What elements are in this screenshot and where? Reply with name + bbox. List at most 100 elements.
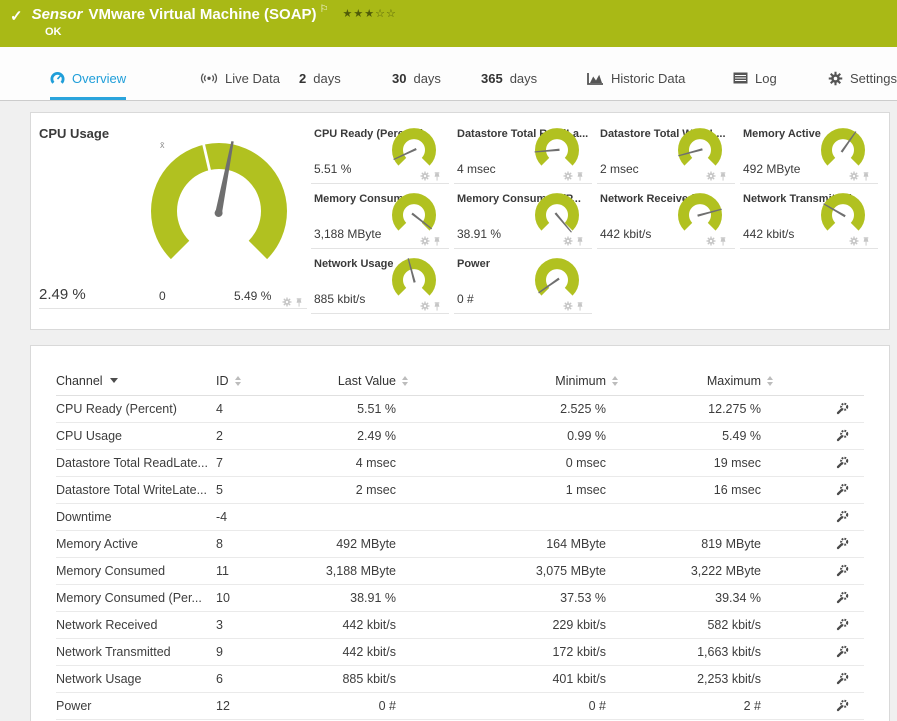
priority-stars[interactable]: ★★★☆☆ [343,7,397,20]
tab-overview[interactable]: Overview [50,59,127,100]
minimum-value: 172 kbit/s [552,645,606,659]
pin-icon[interactable] [433,302,441,311]
gauge-tile[interactable]: Network Usage 885 kbit/s [311,249,449,314]
gear-icon[interactable] [563,171,573,181]
gauge-tile[interactable]: Datastore Total ReadLa... 4 msec [454,119,592,184]
edit-channel-wrench-icon[interactable] [835,483,849,497]
edit-channel-wrench-icon[interactable] [835,429,849,443]
tab-live-data[interactable]: Live Data [200,59,280,100]
gear-icon[interactable] [849,236,859,246]
column-header-minimum[interactable]: Minimum [408,374,618,388]
maximum-value: 16 msec [713,483,761,497]
gauge-scale-min: 0 [159,289,166,303]
channel-name[interactable]: Network Transmitted [56,645,216,659]
tab-historic-data[interactable]: Historic Data [587,59,685,100]
channel-name[interactable]: Datastore Total ReadLate... [56,456,216,470]
tab-365-days[interactable]: 365 days [481,59,537,100]
tab-bar: Overview Live Data 2 days 30 days 365 da… [0,47,897,101]
pin-icon[interactable] [295,298,303,307]
gauge-chart [821,193,865,231]
channel-id: 12 [216,699,230,713]
column-header-last-value[interactable]: Last Value [281,374,408,388]
gauge-title: Network Usage [314,258,394,270]
column-header-channel[interactable]: Channel [56,374,216,388]
pin-icon[interactable] [576,237,584,246]
gear-icon[interactable] [849,171,859,181]
channel-name[interactable]: Memory Active [56,537,216,551]
pin-icon[interactable] [433,172,441,181]
pin-icon[interactable] [719,237,727,246]
table-row[interactable]: CPU Usage 2 2.49 % 0.99 % 5.49 % [56,423,864,450]
gear-icon[interactable] [563,301,573,311]
table-row[interactable]: Power 12 0 # 0 # 2 # [56,693,864,720]
edit-channel-wrench-icon[interactable] [835,456,849,470]
tab-2-days[interactable]: 2 days [299,59,341,100]
channel-name[interactable]: Downtime [56,510,216,524]
tab-log[interactable]: Log [733,59,777,100]
channel-name[interactable]: CPU Ready (Percent) [56,402,216,416]
gauge-tile[interactable]: Power 0 # [454,249,592,314]
gear-icon[interactable] [563,236,573,246]
gauge-value: 2 msec [600,162,639,176]
gear-icon[interactable] [420,236,430,246]
priority-flag-icon[interactable]: ⚐ [320,4,329,15]
tab-30-days[interactable]: 30 days [392,59,441,100]
last-value: 4 msec [355,456,396,470]
edit-channel-wrench-icon[interactable] [835,402,849,416]
gauge-tile[interactable]: Network Received 442 kbit/s [597,184,735,249]
edit-channel-wrench-icon[interactable] [835,699,849,713]
channel-name[interactable]: Memory Consumed (Per... [56,591,216,605]
gauge-title: Memory Active [743,128,821,140]
column-header-id[interactable]: ID [216,374,281,388]
gauge-tile[interactable]: Memory Consumed 3,188 MByte [311,184,449,249]
pin-icon[interactable] [576,302,584,311]
pin-icon[interactable] [576,172,584,181]
channel-name[interactable]: CPU Usage [56,429,216,443]
table-row[interactable]: Memory Consumed (Per... 10 38.91 % 37.53… [56,585,864,612]
channel-name[interactable]: Memory Consumed [56,564,216,578]
table-row[interactable]: Network Transmitted 9 442 kbit/s 172 kbi… [56,639,864,666]
pin-icon[interactable] [862,237,870,246]
edit-channel-wrench-icon[interactable] [835,564,849,578]
table-row[interactable]: Datastore Total WriteLate... 5 2 msec 1 … [56,477,864,504]
edit-channel-wrench-icon[interactable] [835,591,849,605]
table-row[interactable]: Network Usage 6 885 kbit/s 401 kbit/s 2,… [56,666,864,693]
edit-channel-wrench-icon[interactable] [835,645,849,659]
table-row[interactable]: Network Received 3 442 kbit/s 229 kbit/s… [56,612,864,639]
gauge-tile[interactable]: CPU Ready (Percent) 5.51 % [311,119,449,184]
channel-name[interactable]: Network Received [56,618,216,632]
gauge-tile[interactable]: Memory Consumed (P... 38.91 % [454,184,592,249]
channel-name[interactable]: Power [56,699,216,713]
minimum-value: 229 kbit/s [552,618,606,632]
tab-settings[interactable]: Settings [828,59,897,100]
edit-channel-wrench-icon[interactable] [835,510,849,524]
table-row[interactable]: Memory Consumed 11 3,188 MByte 3,075 MBy… [56,558,864,585]
gear-icon[interactable] [706,236,716,246]
table-row[interactable]: Downtime -4 [56,504,864,531]
gauge-tile[interactable]: Datastore Total WriteL... 2 msec [597,119,735,184]
table-row[interactable]: CPU Ready (Percent) 4 5.51 % 2.525 % 12.… [56,396,864,423]
gear-icon[interactable] [420,301,430,311]
column-header-maximum[interactable]: Maximum [618,374,773,388]
maximum-value: 12.275 % [708,402,761,416]
channel-name[interactable]: Datastore Total WriteLate... [56,483,216,497]
gauge-tile[interactable]: Network Transmitted 442 kbit/s [740,184,878,249]
maximum-value: 2,253 kbit/s [697,672,761,686]
gauge-tile-cpu-usage[interactable]: CPU Usage x̄ 2.49 % 0 5.49 % [31,113,311,329]
edit-channel-wrench-icon[interactable] [835,672,849,686]
channel-name[interactable]: Network Usage [56,672,216,686]
gauge-tile[interactable]: Memory Active 492 MByte [740,119,878,184]
gear-icon[interactable] [706,171,716,181]
average-marker: x̄ [160,140,165,150]
gauge-value: 442 kbit/s [600,227,652,241]
gear-icon[interactable] [282,297,292,307]
pin-icon[interactable] [433,237,441,246]
pin-icon[interactable] [719,172,727,181]
pin-icon[interactable] [862,172,870,181]
table-row[interactable]: Memory Active 8 492 MByte 164 MByte 819 … [56,531,864,558]
channel-id: 4 [216,402,223,416]
edit-channel-wrench-icon[interactable] [835,618,849,632]
edit-channel-wrench-icon[interactable] [835,537,849,551]
gear-icon[interactable] [420,171,430,181]
table-row[interactable]: Datastore Total ReadLate... 7 4 msec 0 m… [56,450,864,477]
